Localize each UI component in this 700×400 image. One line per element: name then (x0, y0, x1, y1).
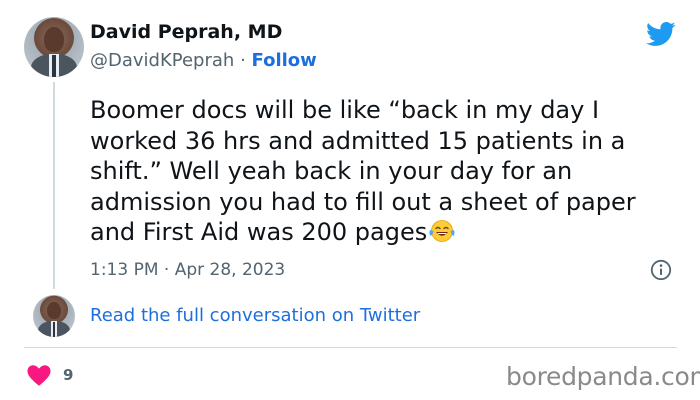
face-with-tears-of-joy-icon (429, 220, 455, 242)
tweet-body: Boomer docs will be like “back in my day… (90, 95, 680, 248)
read-conversation-link[interactable]: Read the full conversation on Twitter (90, 305, 420, 326)
tweet-timestamp[interactable]: 1:13 PM · Apr 28, 2023 (90, 260, 285, 280)
follow-button[interactable]: Follow (252, 50, 317, 71)
author-handle-row: @DavidKPeprah · Follow (90, 50, 317, 71)
reply-avatar[interactable] (33, 295, 75, 337)
twitter-bird-icon[interactable] (644, 19, 678, 49)
avatar-face (47, 301, 61, 320)
avatar-tie (52, 55, 56, 77)
footer-divider (24, 347, 677, 348)
author-avatar[interactable] (24, 17, 84, 77)
heart-icon[interactable] (26, 364, 52, 386)
avatar-face (44, 26, 64, 52)
avatar-tie (52, 321, 56, 337)
tweet-text: Boomer docs will be like “back in my day… (90, 96, 636, 246)
watermark: boredpanda.com (506, 362, 700, 391)
info-icon[interactable] (650, 259, 672, 281)
handle-separator: · (240, 50, 246, 71)
author-name[interactable]: David Peprah, MD (90, 21, 282, 43)
like-count: 9 (63, 366, 74, 384)
author-handle[interactable]: @DavidKPeprah (90, 50, 234, 71)
thread-line (53, 82, 55, 289)
